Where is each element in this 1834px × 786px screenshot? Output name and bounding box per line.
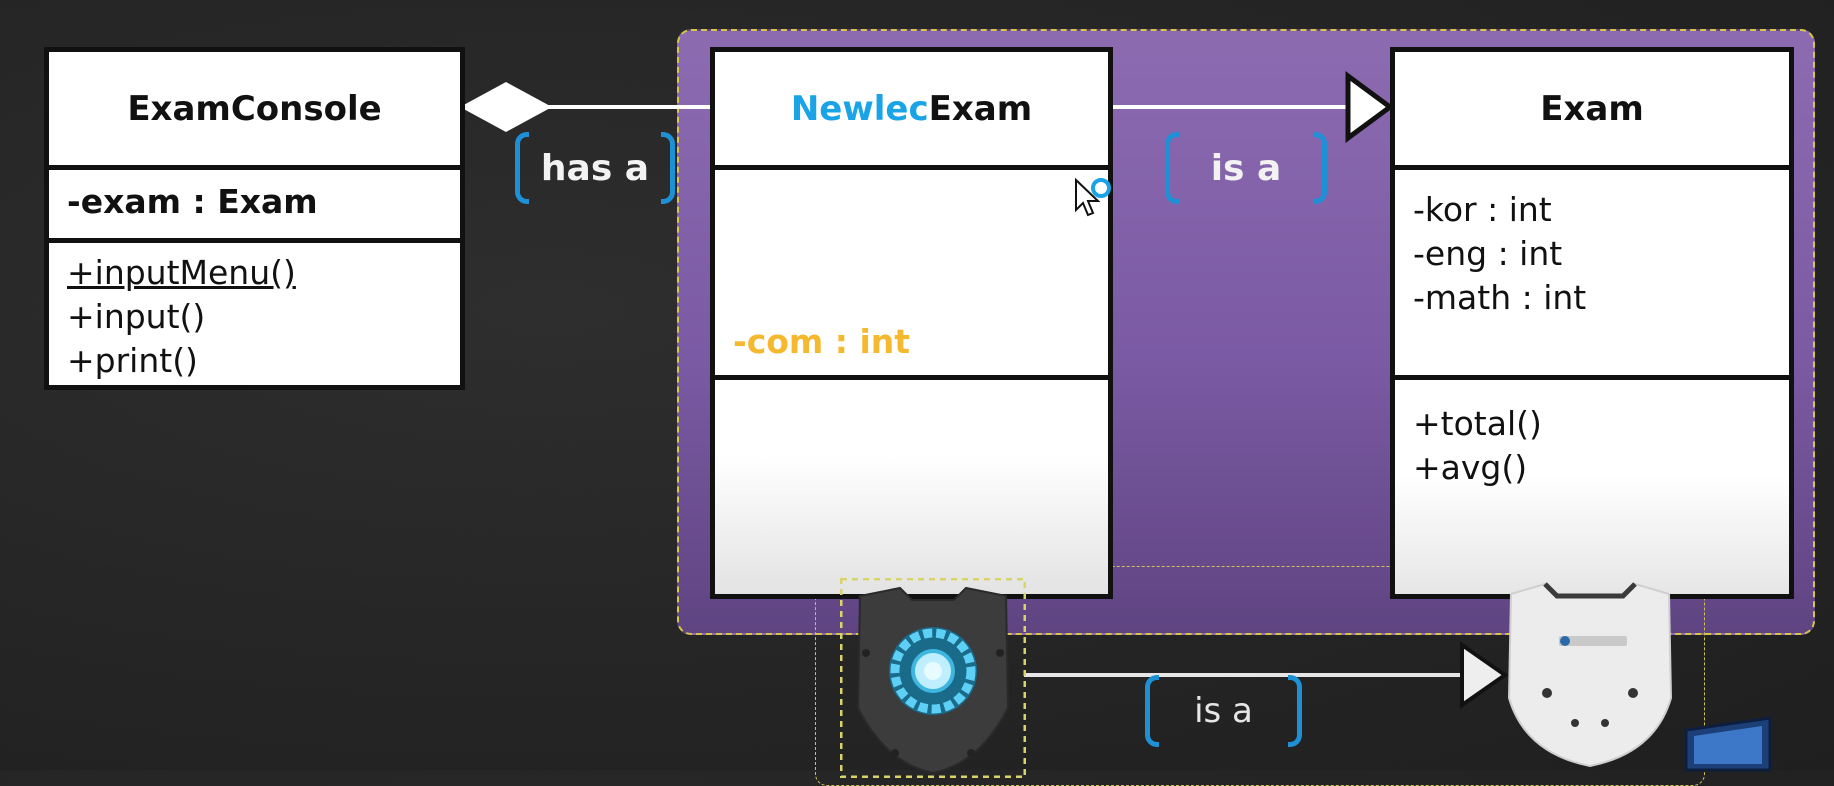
device-icon xyxy=(1684,716,1772,772)
relation-label-text: is a xyxy=(1194,691,1253,731)
class-newlecexam-operations xyxy=(715,380,1108,594)
bracket-right xyxy=(661,132,675,204)
class-examconsole-name: ExamConsole xyxy=(49,52,460,170)
operation-total: +total() xyxy=(1413,404,1542,443)
class-exam[interactable]: Exam -kor : int -eng : int -math : int +… xyxy=(1390,47,1794,599)
class-exam-operations: +total() +avg() xyxy=(1395,380,1789,594)
attribute-math: -math : int xyxy=(1413,278,1587,317)
operation-avg: +avg() xyxy=(1413,448,1528,487)
relation-label-is-a-bottom: is a xyxy=(1145,675,1302,747)
class-examconsole-operations: +inputMenu() +input() +print() xyxy=(49,243,460,385)
class-examconsole-attributes: -exam : Exam xyxy=(49,170,460,243)
relation-label-has-a: has a xyxy=(515,132,675,204)
operation-inputmenu: +inputMenu() xyxy=(67,253,296,292)
attribute-exam: -exam : Exam xyxy=(67,182,318,221)
shield-ubtech-icon xyxy=(1507,582,1673,768)
cursor-icon xyxy=(1075,177,1111,217)
shield-arc-reactor-icon xyxy=(840,578,1026,778)
bracket-right xyxy=(1313,132,1327,204)
class-examconsole[interactable]: ExamConsole -exam : Exam +inputMenu() +i… xyxy=(44,47,465,390)
attribute-kor: -kor : int xyxy=(1413,190,1552,229)
bracket-left xyxy=(1145,675,1159,747)
attribute-eng: -eng : int xyxy=(1413,234,1563,273)
class-newlecexam-attributes: -com : int xyxy=(715,170,1108,380)
class-exam-name: Exam xyxy=(1395,52,1789,170)
bracket-left xyxy=(1165,132,1179,204)
relation-label-text: is a xyxy=(1210,147,1282,189)
class-newlecexam[interactable]: Newlec Exam -com : int xyxy=(710,47,1113,599)
relation-label-text: has a xyxy=(540,147,650,189)
class-newlecexam-name: Newlec Exam xyxy=(715,52,1108,170)
aggregation-diamond xyxy=(460,82,552,132)
inheritance-arrowhead-bottom xyxy=(1460,641,1509,709)
class-name-prefix: Newlec xyxy=(790,88,929,129)
inheritance-arrowhead-top xyxy=(1345,71,1395,143)
class-exam-attributes: -kor : int -eng : int -math : int xyxy=(1395,170,1789,380)
class-name-suffix: Exam xyxy=(928,88,1033,129)
bracket-left xyxy=(515,132,529,204)
bracket-right xyxy=(1288,675,1302,747)
operation-input: +input() xyxy=(67,297,206,336)
relation-label-is-a-top: is a xyxy=(1165,132,1327,204)
attribute-com: -com : int xyxy=(733,322,911,361)
operation-print: +print() xyxy=(67,341,198,380)
